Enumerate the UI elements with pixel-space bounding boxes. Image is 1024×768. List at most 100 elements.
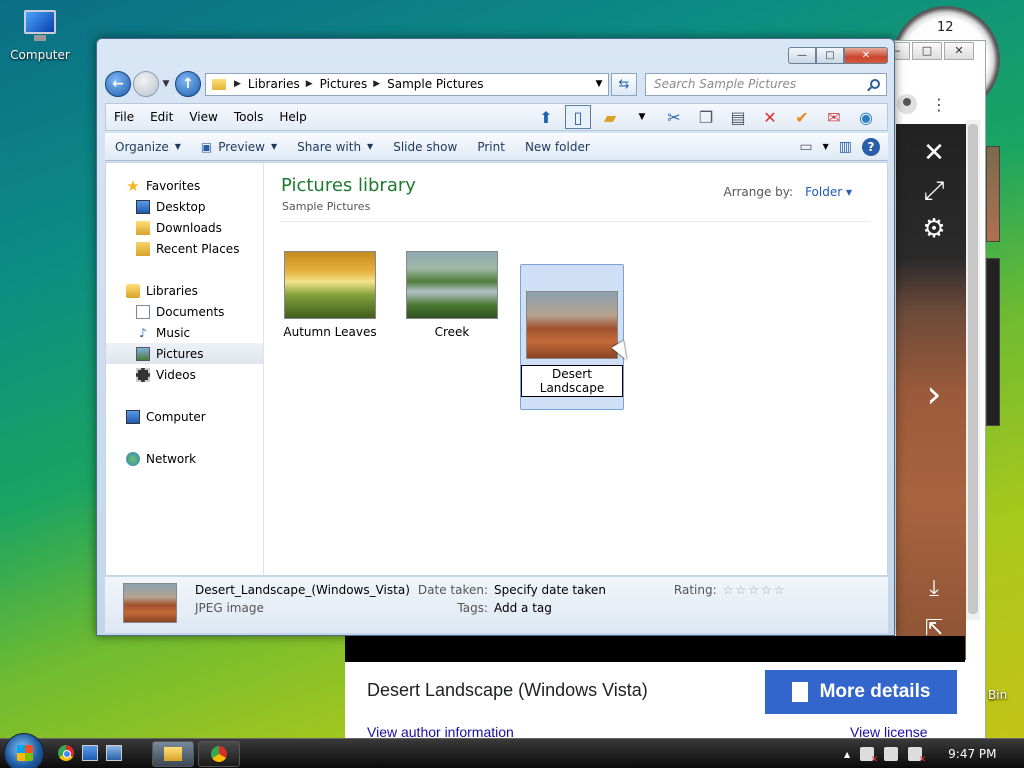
arrange-by-dropdown[interactable]: Folder ▾ [805,185,852,199]
file-item-autumn-leaves[interactable]: Autumn Leaves [278,247,382,339]
nav-network-label: Network [146,451,197,466]
breadcrumb-pictures[interactable]: Pictures [320,77,368,91]
rating-star-icon[interactable]: ☆ [748,583,761,597]
nav-videos[interactable]: Videos [106,364,263,385]
delete-icon[interactable]: ✕ [757,105,783,129]
action-center-icon[interactable] [860,747,878,765]
preview-pane-icon[interactable]: ▯ [565,105,591,129]
address-bar[interactable]: ▶ Libraries ▶ Pictures ▶ Sample Pictures… [205,72,609,96]
breadcrumb-libraries[interactable]: Libraries [248,77,300,91]
view-options-icon[interactable]: ▭ [799,139,812,155]
chrome-quicklaunch-icon[interactable] [58,745,74,761]
downloads-icon [136,220,150,235]
rating-star-icon[interactable]: ☆ [735,583,748,597]
maximize-button[interactable]: □ [816,47,844,64]
nav-network[interactable]: Network [106,448,263,469]
share-with-label: Share with [297,139,362,154]
show-hidden-icons-icon[interactable]: ▲ [844,750,850,759]
kebab-menu-icon[interactable]: ⋮ [931,95,947,114]
nav-recent-places[interactable]: Recent Places [106,238,263,259]
file-pane: Pictures library Sample Pictures Arrange… [264,163,888,575]
preview-pane-toggle-icon[interactable]: ▥ [839,139,852,155]
nav-favorites[interactable]: ★ Favorites [106,175,263,196]
close-button[interactable]: ✕ [844,47,888,64]
nav-desktop[interactable]: Desktop [106,196,263,217]
profile-avatar-icon[interactable] [897,94,917,114]
copy-icon[interactable]: ❐ [693,105,719,129]
nav-libraries[interactable]: Libraries [106,280,263,301]
gear-icon[interactable]: ⚙ [914,214,954,244]
taskbar-explorer-button[interactable] [152,741,194,767]
share-with-button[interactable]: Share with ▼ [287,140,383,154]
properties-check-icon[interactable]: ✔ [789,105,815,129]
expand-icon[interactable]: ⤢ [914,176,954,207]
show-desktop-icon[interactable] [82,745,98,761]
folder-options-icon[interactable]: ▰ [597,105,623,129]
rating-star-icon[interactable]: ☆ [774,583,787,597]
nav-pictures[interactable]: Pictures [106,343,263,364]
arrange-by: Arrange by: Folder ▾ [724,185,852,199]
download-icon[interactable]: ⤓ [914,576,954,601]
close-icon[interactable]: ✕ [914,138,954,168]
paste-icon[interactable]: ▤ [725,105,751,129]
start-button[interactable] [4,733,44,768]
nav-music[interactable]: ♪ Music [106,322,263,343]
rating-star-icon[interactable]: ☆ [723,583,736,597]
browser-maximize-button[interactable]: □ [912,42,942,60]
switch-windows-icon[interactable] [106,745,122,761]
date-taken-value[interactable]: Specify date taken [494,583,606,597]
slide-show-button[interactable]: Slide show [383,140,467,154]
related-thumbnail[interactable] [986,146,1000,242]
file-item-creek[interactable]: Creek [400,247,504,339]
nav-computer[interactable]: Computer [106,406,263,427]
chevron-right-icon[interactable]: › [914,372,954,416]
tags-value[interactable]: Add a tag [494,601,606,615]
nav-downloads[interactable]: Downloads [106,217,263,238]
back-button[interactable]: ← [105,71,131,97]
breadcrumb-arrow-icon[interactable]: ▶ [373,79,380,89]
nav-documents[interactable]: Documents [106,301,263,322]
image-info-panel: Desert Landscape (Windows Vista) More de… [345,662,965,742]
refresh-button[interactable]: ⇆ [611,72,637,96]
globe-icon[interactable]: ◉ [853,105,879,129]
help-icon[interactable]: ? [862,137,880,156]
cut-icon[interactable]: ✂ [661,105,687,129]
new-folder-button[interactable]: New folder [515,140,600,154]
network-tray-icon[interactable] [884,747,899,761]
organize-button[interactable]: Organize ▼ [105,140,191,154]
rating-star-icon[interactable]: ☆ [761,583,774,597]
related-thumbnail[interactable] [986,258,1000,426]
taskbar-clock[interactable]: 9:47 PM [948,747,996,761]
breadcrumb-sample-pictures[interactable]: Sample Pictures [387,77,483,91]
volume-muted-icon[interactable] [908,747,926,765]
search-input[interactable]: Search Sample Pictures [645,72,887,96]
search-icon[interactable] [870,79,880,89]
browser-scrollbar[interactable] [966,120,980,620]
breadcrumb-arrow-icon[interactable]: ▶ [306,79,313,89]
minimize-button[interactable]: — [788,47,816,64]
menu-edit[interactable]: Edit [142,110,181,124]
scrollbar-thumb[interactable] [968,124,978,614]
menu-help[interactable]: Help [271,110,314,124]
desktop-computer-icon[interactable]: Computer [8,8,72,62]
rating-stars[interactable]: ☆☆☆☆☆ [723,583,787,597]
more-details-button[interactable]: More details [765,670,957,714]
menu-file[interactable]: File [106,110,142,124]
browser-close-button[interactable]: ✕ [944,42,974,60]
print-button[interactable]: Print [467,140,515,154]
view-options-dropdown-icon[interactable]: ▼ [823,142,829,151]
taskbar-chrome-button[interactable] [198,741,240,767]
up-folder-icon[interactable]: ⬆ [533,105,559,129]
file-item-desert-landscape[interactable]: Desert Landscape [520,264,624,410]
breadcrumb-arrow-icon[interactable]: ▶ [234,79,241,89]
menu-view[interactable]: View [181,110,225,124]
address-dropdown-icon[interactable]: ▼ [590,79,608,89]
folder-options-dropdown-icon[interactable]: ▼ [629,105,655,129]
forward-button[interactable] [133,71,159,97]
email-icon[interactable]: ✉ [821,105,847,129]
up-button[interactable]: ↑ [175,71,201,97]
menu-tools[interactable]: Tools [226,110,272,124]
preview-button[interactable]: ▣ Preview ▼ [191,140,287,154]
recycle-bin-label[interactable]: Bin [988,688,1007,702]
recent-pages-dropdown[interactable]: ▼ [159,79,173,89]
